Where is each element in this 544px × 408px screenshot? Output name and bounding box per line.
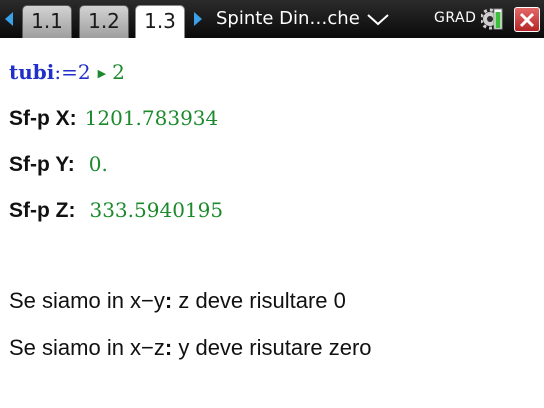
- variable-name: tubi: [9, 60, 55, 84]
- tab-1-1[interactable]: 1.1: [22, 5, 72, 38]
- left-arrow-icon[interactable]: [2, 9, 16, 29]
- assign-operator: :=: [54, 60, 78, 84]
- calculator-screen: 1.1 1.2 1.3 Spinte Din…che GRAD tubi:=2: [0, 0, 544, 408]
- tab-1-3[interactable]: 1.3: [135, 5, 185, 39]
- close-icon: [519, 12, 535, 28]
- sfp-x-row[interactable]: Sf-p X: 1201.783934: [9, 106, 218, 131]
- result-arrow-icon: ▶: [97, 67, 107, 80]
- notes-page[interactable]: tubi:=2 ▶ 2 Sf-p X: 1201.783934 Sf-p Y: 0. S…: [0, 38, 544, 408]
- tab-1-2[interactable]: 1.2: [79, 5, 129, 38]
- sfp-x-value: 1201.783934: [84, 106, 219, 130]
- sfp-z-label: Sf-p Z:: [9, 199, 76, 222]
- remark-xy-lead: Se siamo in x−y: [9, 288, 165, 313]
- remark-xz[interactable]: Se siamo in x−z: y deve risutare zero: [9, 335, 372, 361]
- assignment-result: 2: [112, 60, 125, 84]
- chevron-down-icon[interactable]: [366, 13, 390, 27]
- sfp-y-label: Sf-p Y:: [9, 153, 75, 176]
- close-button[interactable]: [514, 7, 540, 32]
- sfp-y-value: 0.: [88, 152, 108, 176]
- remark-xy[interactable]: Se siamo in x−y: z deve risultare 0: [9, 288, 346, 314]
- sfp-y-row[interactable]: Sf-p Y: 0.: [9, 152, 108, 177]
- remark-xz-lead: Se siamo in x−z: [9, 335, 165, 360]
- sfp-z-row[interactable]: Sf-p Z: 333.5940195: [9, 198, 223, 223]
- assignment-line[interactable]: tubi:=2 ▶ 2: [9, 60, 125, 84]
- sfp-z-value: 333.5940195: [89, 198, 224, 222]
- angle-mode-indicator: GRAD: [434, 10, 477, 26]
- top-toolbar: 1.1 1.2 1.3 Spinte Din…che GRAD: [0, 0, 544, 39]
- document-title[interactable]: Spinte Din…che: [216, 8, 360, 29]
- sfp-x-label: Sf-p X:: [9, 107, 77, 130]
- right-arrow-icon[interactable]: [191, 9, 205, 29]
- remark-xy-text: z deve risultare 0: [172, 288, 346, 313]
- gear-battery-icon[interactable]: [481, 7, 503, 31]
- remark-xz-text: y deve risutare zero: [172, 335, 372, 360]
- assigned-value: 2: [77, 60, 91, 84]
